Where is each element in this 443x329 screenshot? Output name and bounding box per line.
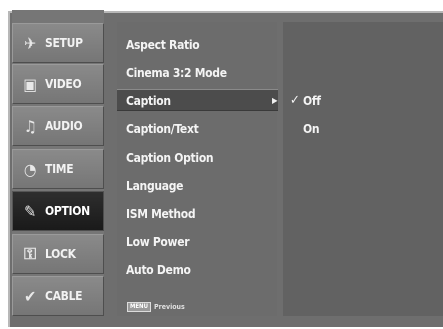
audio-icon: ♫ [23, 116, 37, 136]
category-label: VIDEO [45, 77, 82, 91]
option-on[interactable]: On [303, 121, 320, 137]
clock-icon: ◔ [23, 159, 37, 179]
menu-item-auto-demo[interactable]: Auto Demo [126, 259, 191, 281]
category-label: TIME [45, 162, 74, 176]
category-option[interactable]: ✎ OPTION [12, 191, 104, 231]
category-video[interactable]: ▣ VIDEO [12, 64, 104, 104]
menu-key-icon: MENU [127, 302, 151, 312]
options-panel [283, 22, 443, 316]
category-label: CABLE [45, 289, 83, 303]
satellite-icon: ✈ [24, 33, 36, 53]
menu-item-caption-option[interactable]: Caption Option [126, 147, 214, 169]
submenu-arrow-icon: ▶ [272, 96, 278, 105]
category-label: LOCK [45, 247, 76, 261]
cable-icon: ✔ [24, 286, 36, 306]
video-icon: ▣ [23, 74, 37, 94]
tv-frame: ✈ SETUP ▣ VIDEO ♫ AUDIO ◔ TIME ✎ OPTION … [0, 0, 443, 329]
category-label: SETUP [45, 36, 83, 50]
footer-hint: MENU Previous [127, 302, 185, 312]
footer-text: Previous [153, 303, 185, 311]
menu-item-caption-text[interactable]: Caption/Text [126, 118, 199, 140]
menu-item-ism-method[interactable]: ISM Method [126, 203, 196, 225]
menu-item-language[interactable]: Language [126, 175, 184, 197]
menu-item-aspect-ratio[interactable]: Aspect Ratio [126, 34, 200, 56]
category-setup[interactable]: ✈ SETUP [12, 23, 104, 63]
category-lock[interactable]: ⚿ LOCK [12, 234, 104, 274]
category-cable[interactable]: ✔ CABLE [12, 276, 104, 316]
category-time[interactable]: ◔ TIME [12, 149, 104, 189]
category-audio[interactable]: ♫ AUDIO [12, 106, 104, 146]
option-icon: ✎ [24, 201, 36, 221]
category-label: OPTION [45, 204, 90, 218]
menu-item-cinema-mode[interactable]: Cinema 3:2 Mode [126, 62, 227, 84]
menu-item-low-power[interactable]: Low Power [126, 231, 190, 253]
category-label: AUDIO [45, 119, 83, 133]
lock-icon: ⚿ [24, 244, 36, 263]
option-off[interactable]: Off [303, 93, 321, 109]
check-icon: ✓ [290, 93, 300, 108]
menu-item-caption[interactable]: Caption [117, 89, 278, 111]
